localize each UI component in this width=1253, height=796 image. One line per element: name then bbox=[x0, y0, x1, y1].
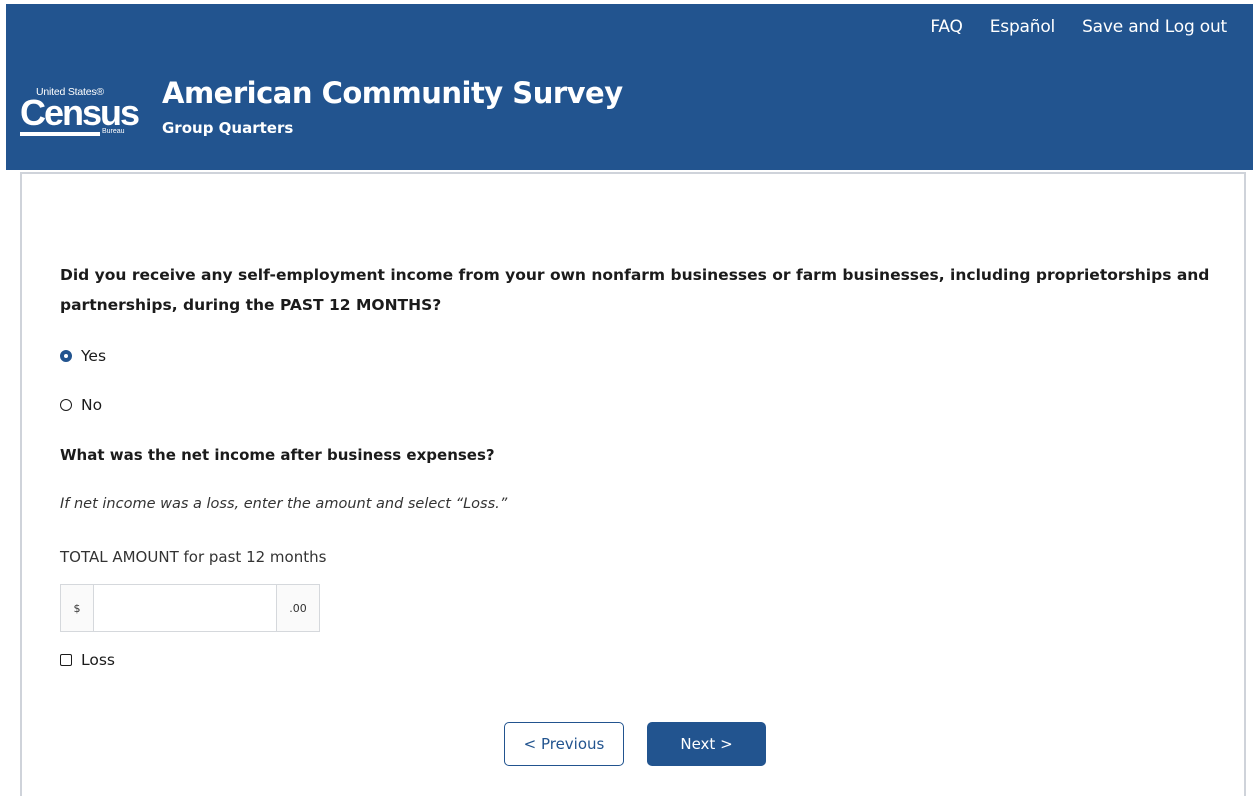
survey-page: FAQ Español Save and Log out United Stat… bbox=[0, 0, 1253, 796]
question-text: Did you receive any self-employment inco… bbox=[60, 266, 1210, 314]
next-button[interactable]: Next > bbox=[647, 722, 766, 766]
faq-link[interactable]: FAQ bbox=[930, 17, 963, 37]
amount-input[interactable] bbox=[94, 585, 276, 631]
followup-question: What was the net income after business e… bbox=[60, 446, 495, 464]
option-no-label: No bbox=[81, 396, 103, 414]
loss-checkbox-option[interactable]: Loss bbox=[60, 651, 115, 669]
site-header: FAQ Español Save and Log out United Stat… bbox=[6, 4, 1253, 170]
logo-underline bbox=[20, 132, 100, 136]
currency-prefix: $ bbox=[61, 585, 94, 631]
language-link[interactable]: Español bbox=[990, 17, 1056, 37]
radio-checked-icon[interactable] bbox=[60, 350, 72, 362]
loss-label: Loss bbox=[81, 651, 115, 669]
option-yes[interactable]: Yes bbox=[60, 347, 106, 365]
option-yes-label: Yes bbox=[81, 347, 107, 365]
amount-input-group: $ .00 bbox=[60, 584, 320, 632]
logo-bureau-text: Bureau bbox=[102, 128, 125, 135]
cents-suffix: .00 bbox=[276, 585, 319, 631]
site-title: American Community Survey bbox=[162, 76, 623, 110]
top-nav: FAQ Español Save and Log out bbox=[930, 4, 1253, 50]
radio-unchecked-icon[interactable] bbox=[60, 399, 72, 411]
option-no[interactable]: No bbox=[60, 396, 102, 414]
checkbox-icon[interactable] bbox=[60, 654, 72, 666]
amount-label: TOTAL AMOUNT for past 12 months bbox=[60, 548, 327, 566]
site-subtitle: Group Quarters bbox=[162, 119, 294, 137]
followup-hint: If net income was a loss, enter the amou… bbox=[60, 496, 508, 512]
question-panel: Did you receive any self-employment inco… bbox=[20, 172, 1246, 796]
census-logo: United States® Census Bureau bbox=[16, 86, 140, 152]
previous-button[interactable]: < Previous bbox=[504, 722, 624, 766]
save-logout-link[interactable]: Save and Log out bbox=[1082, 17, 1227, 37]
